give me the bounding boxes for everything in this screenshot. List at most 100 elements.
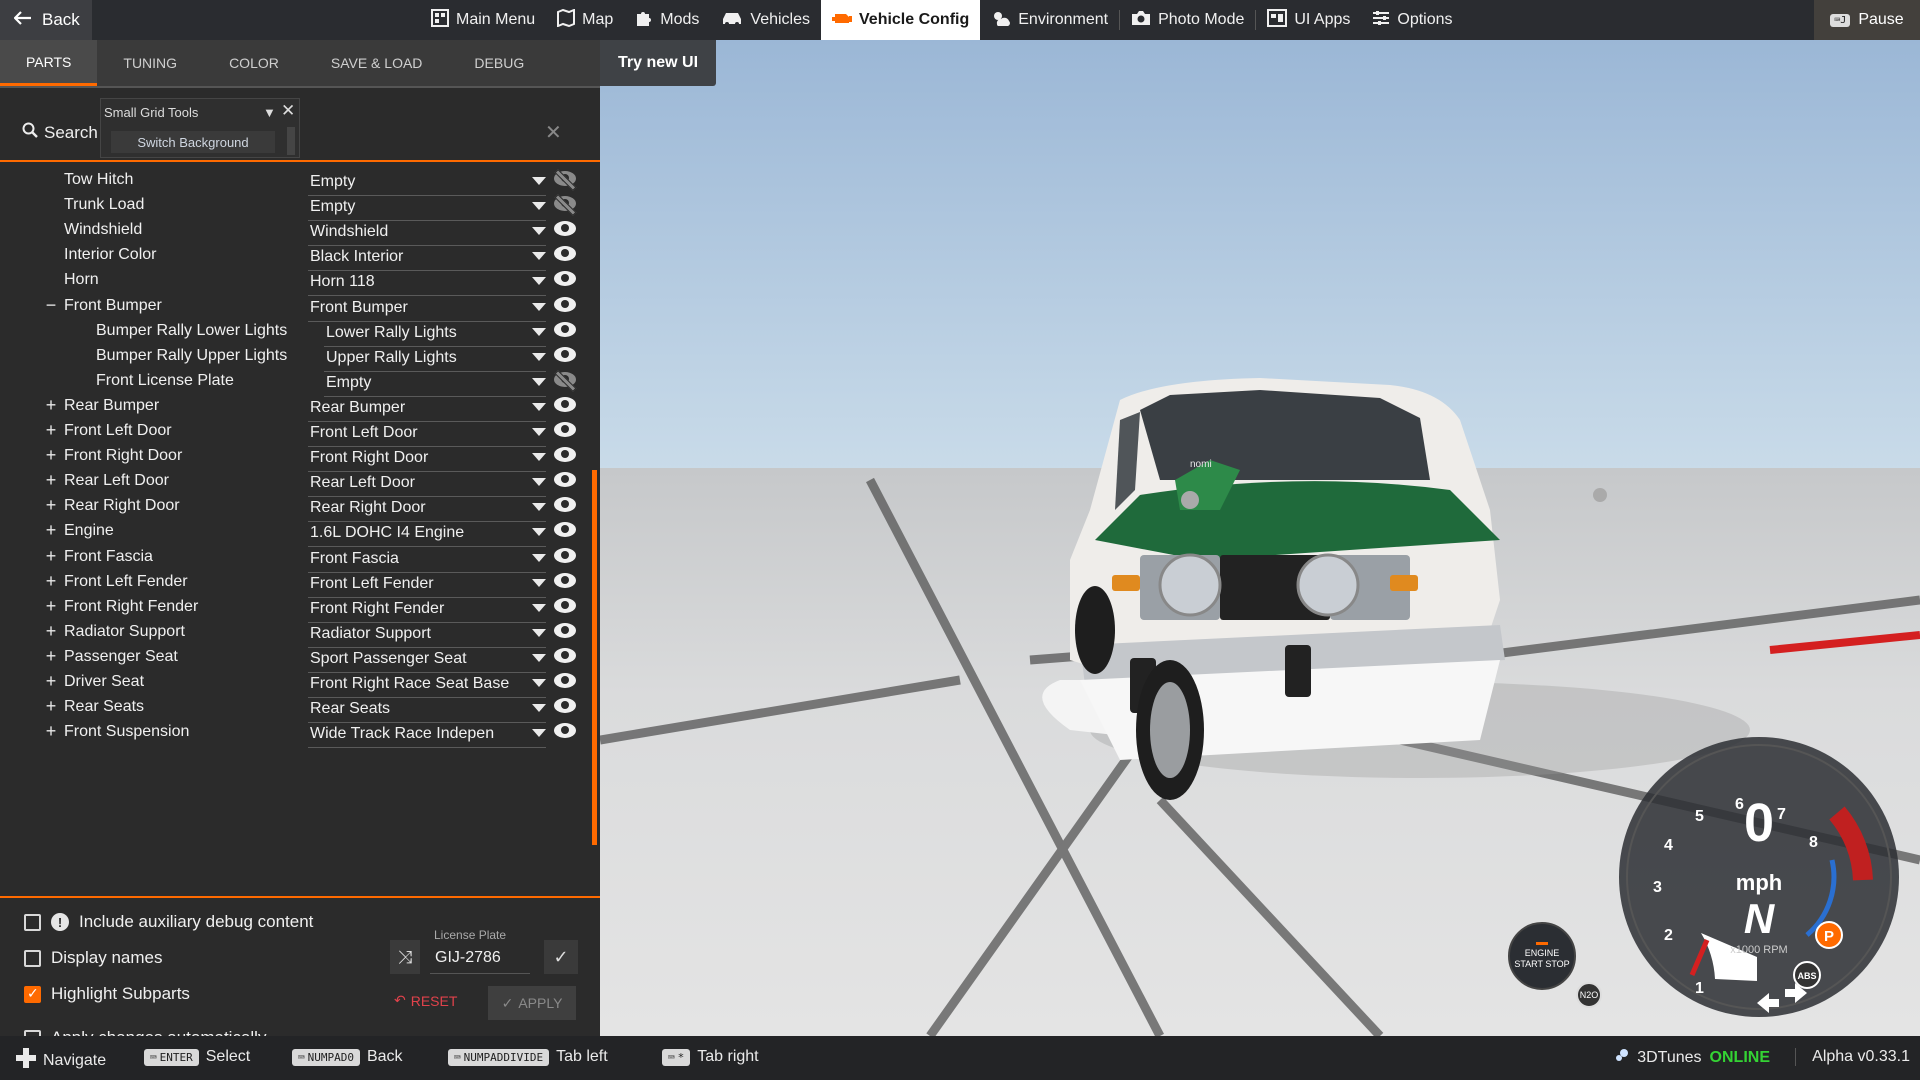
nav-main-menu[interactable]: Main Menu	[420, 0, 546, 40]
highlight-subparts-option[interactable]: Highlight Subparts	[24, 984, 190, 1004]
nav-environment[interactable]: Environment	[980, 0, 1119, 40]
eye-icon[interactable]	[554, 221, 576, 237]
grid-tools-scrollbar[interactable]	[287, 127, 295, 155]
expand-icon[interactable]: +	[44, 721, 58, 742]
part-value-dropdown[interactable]: Front Right Fender	[310, 600, 444, 618]
nav-ui-apps[interactable]: UI Apps	[1256, 0, 1361, 40]
expand-icon[interactable]: +	[44, 495, 58, 516]
part-value-dropdown[interactable]: Front Left Fender	[310, 575, 434, 593]
eye-icon[interactable]	[554, 497, 576, 513]
nav-mods[interactable]: Mods	[624, 0, 710, 40]
part-value-dropdown[interactable]: Sport Passenger Seat	[310, 650, 467, 668]
chevron-down-icon[interactable]	[532, 679, 546, 687]
nav-vehicle-config[interactable]: Vehicle Config	[821, 0, 981, 40]
part-value-dropdown[interactable]: 1.6L DOHC I4 Engine	[310, 524, 464, 542]
expand-icon[interactable]: +	[44, 696, 58, 717]
part-value-dropdown[interactable]: Lower Rally Lights	[326, 324, 457, 342]
tab-debug[interactable]: DEBUG	[448, 40, 550, 86]
tab-color[interactable]: COLOR	[203, 40, 305, 86]
try-new-ui-button[interactable]: Try new UI	[600, 40, 716, 86]
expand-icon[interactable]: +	[44, 571, 58, 592]
part-value-dropdown[interactable]: Front Right Race Seat Base	[310, 675, 509, 693]
eye-icon[interactable]	[554, 472, 576, 488]
scrollbar[interactable]	[592, 470, 597, 845]
part-value-dropdown[interactable]: Empty	[310, 198, 355, 216]
eye-icon[interactable]	[554, 572, 576, 588]
part-row[interactable]: + Front Suspension Wide Track Race Indepen	[0, 719, 600, 749]
search-input[interactable]	[300, 118, 520, 146]
chevron-down-icon[interactable]	[532, 428, 546, 436]
chevron-down-icon[interactable]	[532, 653, 546, 662]
tab-parts[interactable]: PARTS	[0, 40, 98, 86]
eye-icon[interactable]	[554, 271, 576, 287]
part-value-dropdown[interactable]: Front Left Door	[310, 424, 418, 442]
part-value-dropdown[interactable]: Black Interior	[310, 248, 403, 266]
expand-icon[interactable]: +	[44, 621, 58, 642]
chevron-down-icon[interactable]	[532, 704, 546, 713]
expand-icon[interactable]: +	[44, 520, 58, 541]
part-value-dropdown[interactable]: Rear Right Door	[310, 499, 426, 517]
part-value-dropdown[interactable]: Rear Bumper	[310, 399, 405, 417]
hint-navigate[interactable]: Navigate	[16, 1048, 106, 1073]
chevron-down-icon[interactable]	[532, 177, 546, 185]
chevron-down-icon[interactable]	[532, 578, 546, 587]
chevron-down-icon[interactable]	[532, 202, 546, 211]
chevron-down-icon[interactable]	[532, 453, 546, 462]
check-icon[interactable]: ✓	[544, 940, 578, 974]
pause-button[interactable]: ⌨J Pause	[1814, 0, 1920, 40]
part-value-dropdown[interactable]: Wide Track Race Indepen	[310, 725, 494, 743]
hint-tab-right[interactable]: ⌨ * Tab right	[662, 1048, 759, 1066]
eye-icon[interactable]	[554, 321, 576, 337]
eye-icon[interactable]	[554, 346, 576, 362]
aux-debug-option[interactable]: ! Include auxiliary debug content	[24, 912, 313, 932]
expand-icon[interactable]: +	[44, 546, 58, 567]
eye-icon[interactable]	[554, 422, 576, 437]
eye-icon[interactable]	[554, 723, 576, 739]
chevron-down-icon[interactable]	[532, 603, 546, 612]
chevron-down-icon[interactable]	[532, 729, 546, 738]
chevron-down-icon[interactable]	[532, 503, 546, 512]
chevron-down-icon[interactable]	[532, 277, 546, 286]
eye-icon[interactable]	[554, 447, 576, 463]
part-value-dropdown[interactable]: Empty	[310, 173, 355, 191]
nav-photo-mode[interactable]: Photo Mode	[1120, 0, 1255, 40]
part-value-dropdown[interactable]: Windshield	[310, 223, 388, 241]
chevron-down-icon[interactable]	[532, 227, 546, 236]
back-button[interactable]: Back	[0, 0, 92, 40]
chevron-down-icon[interactable]	[532, 377, 546, 386]
eye-icon[interactable]	[554, 647, 576, 663]
reset-button[interactable]: ↶ RESET	[394, 992, 457, 1009]
aux-debug-checkbox[interactable]	[24, 913, 41, 931]
expand-icon[interactable]: +	[44, 395, 58, 416]
part-value-dropdown[interactable]: Upper Rally Lights	[326, 349, 457, 367]
nav-map[interactable]: Map	[546, 0, 624, 40]
close-icon[interactable]: ✕	[545, 120, 562, 145]
nav-options[interactable]: Options	[1361, 0, 1463, 40]
chevron-down-icon[interactable]	[532, 528, 546, 537]
hint-tab-left[interactable]: ⌨ NUMPADDIVIDE Tab left	[448, 1048, 608, 1066]
part-value-dropdown[interactable]: Rear Seats	[310, 700, 390, 718]
chevron-down-icon[interactable]	[532, 402, 546, 411]
expand-icon[interactable]: +	[44, 445, 58, 466]
eye-off-icon[interactable]	[554, 196, 576, 212]
tab-tuning[interactable]: TUNING	[97, 40, 203, 86]
part-value-dropdown[interactable]: Front Bumper	[310, 299, 408, 317]
eye-off-icon[interactable]	[554, 371, 576, 387]
engine-start-stop-button[interactable]: ENGINE START STOP	[1508, 922, 1576, 990]
expand-icon[interactable]: +	[44, 646, 58, 667]
chevron-down-icon[interactable]	[532, 252, 546, 261]
nav-vehicles[interactable]: Vehicles	[710, 0, 821, 40]
hint-select[interactable]: ⌨ ENTER Select	[144, 1048, 250, 1066]
license-plate-input[interactable]	[430, 942, 530, 974]
online-status[interactable]: 3DTunes ONLINE	[1615, 1048, 1770, 1067]
part-value-dropdown[interactable]: Front Fascia	[310, 550, 399, 568]
display-names-checkbox[interactable]	[24, 949, 41, 967]
switch-background-button[interactable]: Switch Background	[111, 131, 275, 153]
close-icon[interactable]: ✕	[281, 101, 295, 121]
eye-icon[interactable]	[554, 698, 576, 714]
filter-icon[interactable]: ▼	[263, 105, 276, 120]
collapse-icon[interactable]: −	[44, 295, 58, 316]
eye-off-icon[interactable]	[554, 171, 576, 186]
eye-icon[interactable]	[554, 396, 576, 412]
expand-icon[interactable]: +	[44, 470, 58, 491]
